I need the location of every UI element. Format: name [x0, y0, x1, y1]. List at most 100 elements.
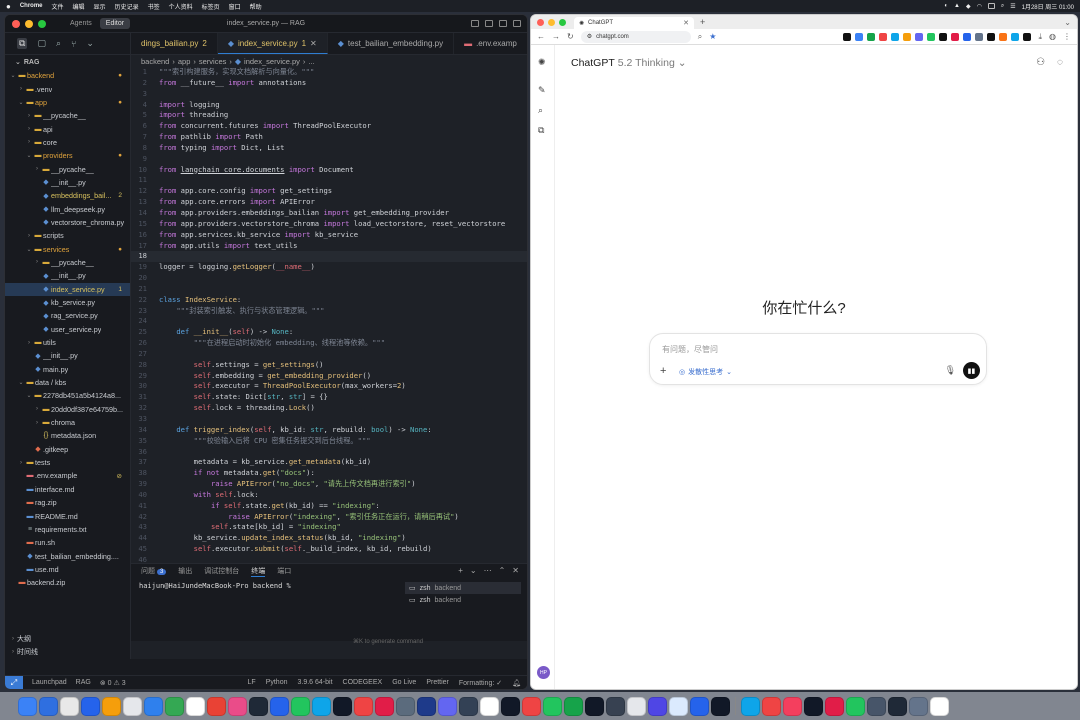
search-icon[interactable]: ⌕: [1001, 3, 1004, 10]
extension-icon[interactable]: [879, 32, 888, 41]
code-line[interactable]: 9: [131, 154, 527, 165]
tree-file[interactable]: ◆ test_bailian_embedding....: [5, 549, 130, 562]
interpreter-status[interactable]: 3.9.6 64-bit: [297, 679, 332, 687]
terminal-session[interactable]: ▭ zsh backend: [405, 594, 521, 606]
dock-app-icon[interactable]: [543, 696, 562, 716]
breadcrumb-item[interactable]: backend: [141, 57, 169, 66]
search-icon[interactable]: ⌕: [56, 38, 61, 49]
tree-folder[interactable]: ⌄ ▬ app ●: [5, 96, 130, 109]
reload-icon[interactable]: ↻: [567, 32, 574, 41]
toggle-panel-icon[interactable]: [485, 20, 493, 27]
microphone-icon[interactable]: 🎙︎: [945, 365, 956, 376]
dock-app-icon[interactable]: [522, 696, 541, 716]
chevron-down-icon[interactable]: ⌄: [86, 38, 94, 49]
code-line[interactable]: 23 """封装索引触发、执行与状态管理逻辑。""": [131, 306, 527, 317]
zoom-window-button[interactable]: [559, 18, 566, 26]
toggle-secondary-sidebar-icon[interactable]: [499, 20, 507, 27]
dock-app-icon[interactable]: [846, 696, 865, 716]
extension-icon[interactable]: [867, 32, 876, 41]
tab-env-example[interactable]: ▬ .env.examp: [454, 33, 527, 54]
tree-file[interactable]: ◆ main.py: [5, 363, 130, 376]
dock-app-icon[interactable]: [438, 696, 457, 716]
tree-folder[interactable]: ⌄ ▬ backend ●: [5, 69, 130, 82]
code-line[interactable]: 10 from langchain_core.documents import D…: [131, 165, 527, 176]
code-line[interactable]: 16 from app.services.kb_service import kb…: [131, 230, 527, 241]
tree-folder[interactable]: › ▬ chroma: [5, 416, 130, 429]
menu-edit[interactable]: 编辑: [73, 2, 85, 11]
workspace-status[interactable]: RAG: [76, 679, 91, 686]
dock-app-icon[interactable]: [711, 696, 730, 716]
menu-file[interactable]: 文件: [52, 2, 64, 11]
extension-icon[interactable]: [999, 32, 1008, 41]
status-icon[interactable]: ◐: [944, 3, 948, 9]
tab-problems[interactable]: 问题 3: [141, 566, 167, 576]
voice-mode-button[interactable]: ▮▮: [963, 362, 980, 379]
dock-app-icon[interactable]: [417, 696, 436, 716]
tree-folder[interactable]: ⌄ ▬ providers ●: [5, 149, 130, 162]
tree-folder[interactable]: ⌄ ▬ services ●: [5, 242, 130, 255]
dock-app-icon[interactable]: [144, 696, 163, 716]
new-terminal-icon[interactable]: +: [458, 566, 463, 575]
dock-app-icon[interactable]: [18, 696, 37, 716]
close-tab-icon[interactable]: ✕: [310, 39, 317, 48]
status-icon[interactable]: ◆: [966, 3, 971, 10]
tree-file[interactable]: ≡ requirements.txt: [5, 523, 130, 536]
dock-app-icon[interactable]: [825, 696, 844, 716]
dock-app-icon[interactable]: [888, 696, 907, 716]
go-live-button[interactable]: Go Live: [392, 679, 416, 687]
dock-app-icon[interactable]: [81, 696, 100, 716]
dock-app-icon[interactable]: [762, 696, 781, 716]
tab-terminal[interactable]: 终端: [251, 566, 266, 577]
menu-history[interactable]: 历史记录: [115, 2, 139, 11]
code-line[interactable]: 24: [131, 316, 527, 327]
tree-file[interactable]: ◆ embeddings_bail... 2: [5, 189, 130, 202]
avatar[interactable]: HP: [537, 666, 550, 679]
dock-app-icon[interactable]: [312, 696, 331, 716]
forward-icon[interactable]: →: [552, 32, 560, 41]
dock-app-icon[interactable]: [123, 696, 142, 716]
menu-window[interactable]: 窗口: [229, 2, 241, 11]
codegeex-status[interactable]: CODEGEEX: [343, 679, 383, 687]
breadcrumb-item[interactable]: ...: [308, 57, 314, 66]
search-icon[interactable]: ⌕: [538, 105, 543, 116]
explorer-root[interactable]: ⌄ RAG: [5, 55, 130, 69]
menu-icon[interactable]: ⋮: [1063, 32, 1071, 41]
wifi-icon[interactable]: ◠: [977, 3, 982, 10]
tab-ports[interactable]: 端口: [277, 566, 291, 576]
source-control-icon[interactable]: ⑂: [71, 39, 76, 49]
dock-app-icon[interactable]: [165, 696, 184, 716]
dock-app-icon[interactable]: [249, 696, 268, 716]
control-center-icon[interactable]: ☰: [1010, 3, 1015, 10]
apple-icon[interactable]: ●: [6, 2, 11, 11]
code-line[interactable]: 35 """校验输入后将 CPU 密集任务提交到后台线程。""": [131, 436, 527, 447]
code-line[interactable]: 33: [131, 414, 527, 425]
menu-profiles[interactable]: 个人资料: [169, 2, 193, 11]
code-line[interactable]: 17 from app.utils import text_utils: [131, 241, 527, 252]
dock-app-icon[interactable]: [228, 696, 247, 716]
tree-folder[interactable]: › ▬ .venv: [5, 82, 130, 95]
dock-app-icon[interactable]: [741, 696, 760, 716]
bookmark-star-icon[interactable]: ★: [709, 32, 716, 41]
code-line[interactable]: 42 raise APIError("indexing", "索引任务正在运行，…: [131, 512, 527, 523]
menu-view[interactable]: 显示: [94, 2, 106, 11]
tree-file[interactable]: ▬ rag.zip: [5, 496, 130, 509]
code-line[interactable]: 27: [131, 349, 527, 360]
extension-icon[interactable]: [927, 32, 936, 41]
menu-help[interactable]: 帮助: [250, 2, 262, 11]
customize-layout-icon[interactable]: [513, 20, 521, 27]
outline-section[interactable]: › 大纲: [5, 632, 130, 645]
code-line[interactable]: 37 metadata = kb_service.get_metadata(kb…: [131, 457, 527, 468]
dock-app-icon[interactable]: [648, 696, 667, 716]
zoom-icon[interactable]: ⌕: [698, 32, 702, 42]
status-icon[interactable]: ▲: [954, 3, 960, 9]
tree-file[interactable]: ▬ interface.md: [5, 483, 130, 496]
dock-app-icon[interactable]: [909, 696, 928, 716]
dock-app-icon[interactable]: [804, 696, 823, 716]
openai-logo-icon[interactable]: ✺: [538, 57, 546, 68]
dock-app-icon[interactable]: [102, 696, 121, 716]
code-line[interactable]: 3: [131, 89, 527, 100]
tree-file[interactable]: ◆ __init__.py: [5, 176, 130, 189]
tree-file[interactable]: ▬ README.md: [5, 509, 130, 522]
code-line[interactable]: 13 from app.core.errors import APIError: [131, 197, 527, 208]
code-line[interactable]: 31 self.state: Dict[str, str] = {}: [131, 392, 527, 403]
